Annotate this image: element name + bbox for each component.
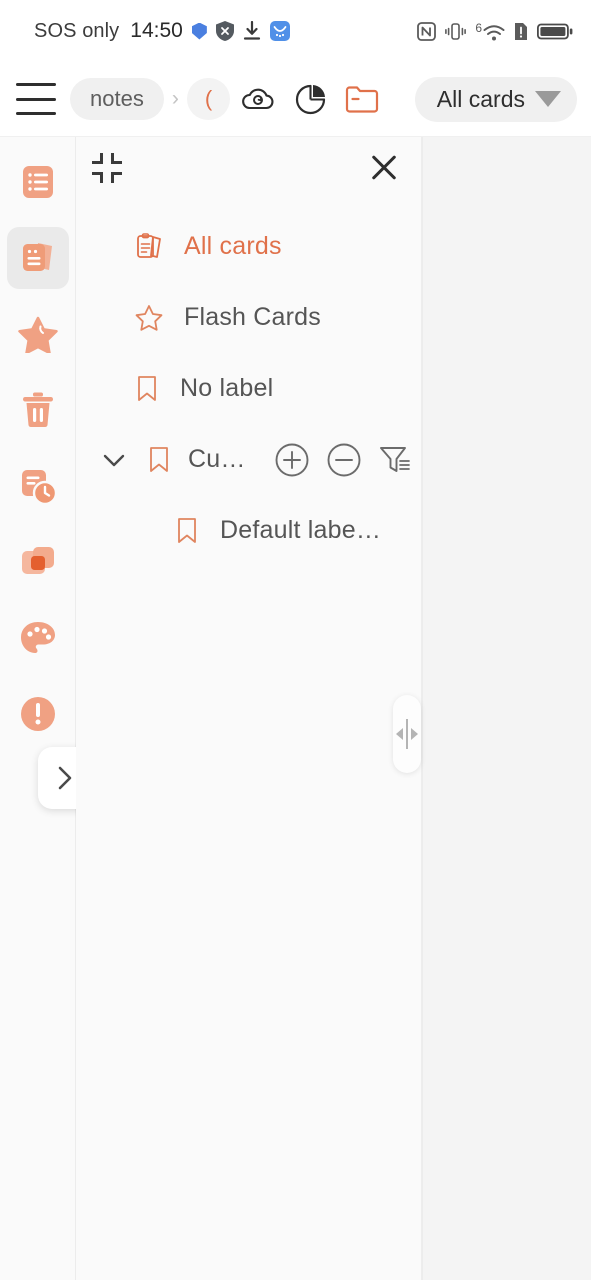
status-bar: SOS only 14:50 6: [0, 0, 591, 62]
wifi-6-icon: 6: [475, 21, 505, 42]
resize-right-arrow-icon: [411, 728, 418, 740]
sidebar-item-cards[interactable]: [6, 227, 69, 289]
body-area: All cards Flash Cards No label Cu… Defau…: [0, 137, 591, 1280]
panel-item-label: Cu…: [188, 445, 246, 473]
panel-item-label: No label: [180, 374, 274, 402]
star-icon: [17, 316, 58, 353]
panel-item-no-label[interactable]: No label: [76, 353, 421, 424]
shield-x-icon: [215, 21, 234, 41]
sidebar-item-alerts[interactable]: [7, 683, 69, 745]
sidebar-item-notes-list[interactable]: [7, 151, 69, 213]
resize-left-arrow-icon: [396, 728, 403, 740]
wifi-generation-label: 6: [475, 20, 482, 35]
label-filter-panel: All cards Flash Cards No label Cu… Defau…: [76, 137, 422, 1280]
panel-item-flash-cards[interactable]: Flash Cards: [76, 282, 421, 353]
sidebar-item-themes[interactable]: [7, 607, 69, 669]
trash-icon: [22, 392, 53, 428]
panel-item-label: Default labe…: [220, 516, 382, 544]
cards-stack-icon: [22, 243, 52, 271]
layers-icon: [21, 547, 54, 574]
panel-item-label: Flash Cards: [184, 303, 321, 331]
minus-circle-icon[interactable]: [326, 442, 362, 478]
sidebar-item-trash[interactable]: [7, 379, 69, 441]
card-filter-label: All cards: [436, 85, 525, 112]
resize-divider: [406, 719, 408, 749]
panel-item-label: All cards: [184, 232, 282, 260]
sidebar-rail: [0, 137, 92, 1280]
close-icon[interactable]: [369, 153, 399, 183]
pie-chart-icon[interactable]: [294, 83, 327, 116]
clipboard-cards-icon: [137, 232, 161, 258]
toolbar-icon-group: [240, 83, 379, 116]
carrier-label: SOS only: [34, 19, 120, 42]
collapse-icon[interactable]: [92, 153, 122, 183]
status-left-group: SOS only 14:50: [34, 19, 290, 43]
chevron-right-icon: [58, 766, 72, 790]
panel-row-actions: [274, 442, 412, 478]
download-icon: [243, 21, 260, 40]
panel-item-default-label[interactable]: Default labe…: [76, 495, 421, 566]
top-toolbar: notes › ( All cards: [0, 62, 591, 137]
sim-alert-icon: [515, 22, 527, 40]
plus-circle-icon[interactable]: [274, 442, 310, 478]
star-outline-icon: [135, 304, 163, 331]
folder-icon[interactable]: [345, 84, 379, 114]
app-badge-icon: [269, 21, 290, 41]
panel-item-custom-group[interactable]: Cu…: [76, 424, 421, 495]
panel-header: [76, 137, 421, 199]
chevron-down-icon[interactable]: [98, 445, 130, 475]
notes-list-icon: [22, 166, 53, 198]
panel-item-all-cards[interactable]: All cards: [76, 211, 421, 282]
clock-label: 14:50: [130, 19, 183, 42]
breadcrumb-separator-icon: ›: [171, 87, 179, 110]
panel-menu-list: All cards Flash Cards No label Cu… Defau…: [76, 199, 421, 566]
filter-icon[interactable]: [378, 442, 412, 478]
bookmark-icon: [150, 446, 168, 472]
alert-circle-icon: [20, 697, 55, 731]
recent-clock-icon: [21, 470, 57, 505]
hamburger-icon[interactable]: [16, 83, 56, 115]
battery-icon: [537, 23, 573, 39]
shield-blue-icon: [191, 22, 207, 40]
breadcrumb-item-partial[interactable]: (: [186, 78, 231, 120]
card-filter-dropdown[interactable]: All cards: [414, 76, 577, 122]
palette-icon: [20, 622, 55, 653]
cloud-sync-icon[interactable]: [240, 84, 276, 114]
breadcrumb-item-notes[interactable]: notes: [70, 78, 164, 120]
sidebar-item-layers[interactable]: [7, 531, 69, 593]
vibrate-icon: [445, 22, 467, 40]
sidebar-item-recent[interactable]: [7, 455, 69, 517]
caret-down-icon: [535, 91, 561, 107]
content-area: [422, 137, 591, 1280]
status-right-group: 6: [417, 21, 573, 42]
bookmark-icon: [178, 517, 196, 543]
panel-resize-handle[interactable]: [393, 695, 421, 773]
bookmark-icon: [138, 375, 156, 401]
sidebar-item-favorites[interactable]: [7, 303, 69, 365]
nfc-icon: [417, 21, 437, 41]
